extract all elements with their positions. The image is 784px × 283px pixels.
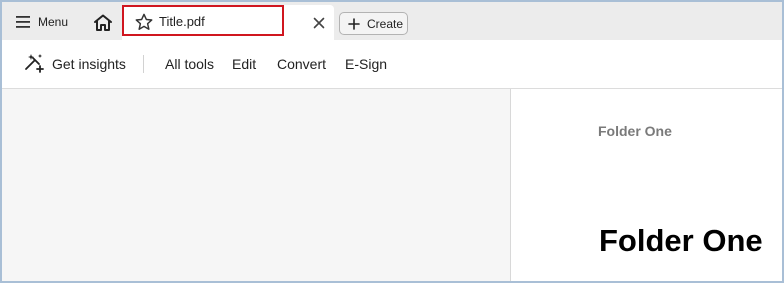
hamburger-icon [16, 16, 30, 28]
create-button[interactable]: Create [339, 12, 408, 35]
document-header: Folder One [598, 123, 672, 139]
tab-bar: Menu Title.pdf Create [2, 2, 782, 40]
left-pane [2, 89, 510, 281]
home-icon [94, 14, 112, 31]
home-button[interactable] [90, 10, 116, 36]
tab-title: Title.pdf [159, 14, 205, 29]
convert-button[interactable]: Convert [277, 56, 326, 72]
app-window: Menu Title.pdf Create Get insights All t… [0, 0, 784, 283]
toolbar-divider [143, 55, 144, 73]
ai-sparkle-icon[interactable] [24, 53, 46, 73]
plus-icon [348, 17, 360, 30]
menu-button[interactable]: Menu [10, 10, 74, 34]
close-icon[interactable] [312, 16, 326, 30]
toolbar: Get insights All tools Edit Convert E-Si… [2, 40, 782, 89]
esign-button[interactable]: E-Sign [345, 56, 387, 72]
create-label: Create [367, 16, 404, 31]
star-icon[interactable] [135, 13, 153, 31]
all-tools-button[interactable]: All tools [165, 56, 214, 72]
get-insights-button[interactable]: Get insights [52, 56, 126, 72]
document-page: Folder One Folder One [511, 89, 782, 281]
tab-title-pdf[interactable]: Title.pdf [122, 5, 334, 40]
document-heading: Folder One [599, 223, 763, 258]
menu-label: Menu [38, 15, 69, 29]
edit-button[interactable]: Edit [232, 56, 256, 72]
